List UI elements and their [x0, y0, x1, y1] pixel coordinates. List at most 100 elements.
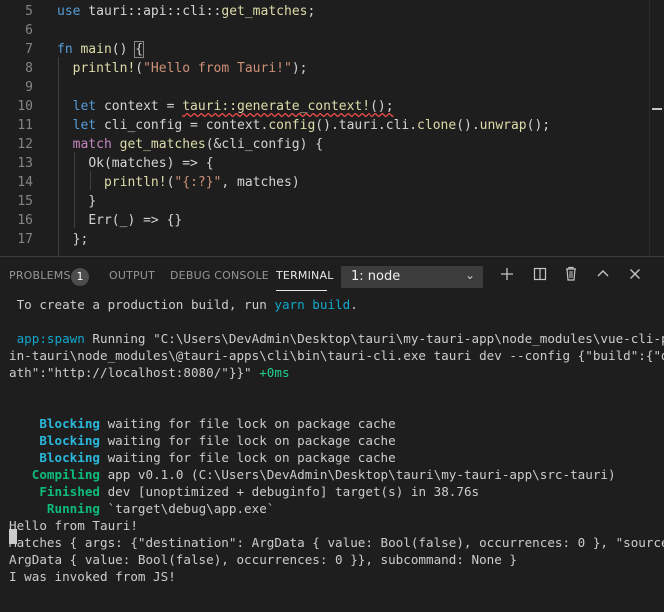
terminal-line: in-tauri\node_modules\@tauri-apps\cli\bi… — [9, 347, 664, 364]
code-token: () — [111, 42, 136, 57]
code-text: match get_matches(&cli_config) { — [57, 135, 323, 154]
terminal-text: Blocking — [9, 433, 100, 448]
code-text: fn main() { — [57, 40, 145, 59]
terminal-text: To create a production build, run — [9, 297, 275, 312]
line-number: 9 — [25, 80, 33, 95]
code-token: clone — [417, 118, 457, 133]
line-number: 12 — [17, 137, 33, 152]
code-token: match — [72, 137, 112, 152]
line-number: 5 — [25, 4, 33, 19]
code-text: }; — [57, 230, 89, 249]
code-token: tauri::api::cli:: — [80, 4, 222, 19]
code-token: tauri::generate_context! — [182, 99, 371, 114]
line-number: 13 — [17, 156, 33, 171]
code-editor[interactable]: 5 use tauri::api::cli::get_matches; 6 7 fn m… — [0, 0, 664, 256]
code-line[interactable]: 11 let cli_config = context.config().tau… — [0, 116, 648, 135]
terminal-text: Hello from Tauri! — [9, 518, 138, 533]
terminal-line: ath":"http://localhost:8080/"}}" +0ms — [9, 364, 290, 381]
code-token: Ok(matches) => { — [88, 156, 214, 171]
code-token: let — [72, 118, 97, 133]
tab-debug-console[interactable]: DEBUG CONSOLE — [170, 269, 269, 282]
trash-icon[interactable] — [561, 265, 581, 287]
code-token: (). — [456, 118, 480, 133]
code-line[interactable]: 10 let context = tauri::generate_context… — [0, 97, 648, 116]
code-token: println! — [103, 175, 167, 190]
code-token: (&cli_config) { — [205, 137, 324, 152]
line-number: 15 — [17, 194, 33, 209]
plus-icon[interactable] — [497, 265, 517, 287]
terminal-text: `target\debug\app.exe` — [100, 501, 275, 516]
terminal-line: To create a production build, run yarn b… — [9, 296, 358, 313]
terminal-text: dev [unoptimized + debuginfo] target(s) … — [100, 484, 480, 499]
code-line[interactable]: 12 match get_matches(&cli_config) { — [0, 135, 648, 154]
close-icon[interactable] — [625, 265, 645, 287]
terminal-text: Running "C:\Users\DevAdmin\Desktop\tauri… — [84, 331, 664, 346]
code-line[interactable]: 14 println!("{:?}", matches) — [0, 173, 648, 192]
code-token: cli_config = context. — [96, 118, 269, 133]
line-number: 11 — [17, 118, 33, 133]
line-number: 10 — [17, 99, 33, 114]
terminal-select-value: 1: node — [351, 269, 401, 284]
tab-terminal[interactable]: TERMINAL — [276, 269, 334, 282]
terminal-text: . — [350, 297, 358, 312]
terminal-text: I was invoked from JS! — [9, 569, 176, 584]
code-token: (); — [370, 99, 394, 114]
code-text: println!("{:?}", matches) — [57, 173, 300, 192]
code-token: ().tauri.cli. — [315, 118, 418, 133]
tab-output[interactable]: OUTPUT — [109, 269, 155, 282]
code-line[interactable]: 15 } — [0, 192, 648, 211]
overview-ruler-mark — [652, 108, 662, 110]
terminal-line: I was invoked from JS! — [9, 568, 176, 585]
editor-scrollbar[interactable] — [649, 0, 664, 256]
code-token: println! — [72, 61, 136, 76]
code-token: unwrap — [479, 118, 527, 133]
code-text: Err(_) => {} — [57, 211, 182, 230]
terminal-line: ArgData { value: Bool(false), occurrence… — [9, 551, 517, 568]
terminal-line: Blocking waiting for file lock on packag… — [9, 415, 395, 432]
line-number: 8 — [25, 61, 33, 76]
code-text: use tauri::api::cli::get_matches; — [57, 2, 315, 21]
split-terminal-icon[interactable] — [530, 265, 550, 287]
code-text: Ok(matches) => { — [57, 154, 214, 173]
terminal-line: Blocking waiting for file lock on packag… — [9, 449, 395, 466]
code-line[interactable]: 6 — [0, 21, 648, 40]
terminal-text: Compiling — [9, 467, 100, 482]
code-line[interactable]: 17 }; — [0, 230, 648, 249]
terminal-text: in-tauri\node_modules\@tauri-apps\cli\bi… — [9, 348, 664, 363]
code-token: config — [268, 118, 316, 133]
code-token: "Hello from Tauri!" — [143, 61, 292, 76]
code-text: let cli_config = context.config().tauri.… — [57, 116, 550, 135]
terminal-output[interactable]: To create a production build, run yarn b… — [0, 295, 664, 612]
terminal-text: yarn build — [274, 297, 351, 312]
terminal-text: Running — [9, 501, 100, 516]
terminal-text: Blocking — [9, 450, 100, 465]
code-token: let — [72, 99, 97, 114]
line-number: 17 — [17, 232, 33, 247]
code-line[interactable]: 8 println!("Hello from Tauri!"); — [0, 59, 648, 78]
terminal-text: Blocking — [9, 416, 100, 431]
tab-problems[interactable]: PROBLEMS — [9, 269, 71, 282]
code-line[interactable]: 7 fn main() { — [0, 40, 648, 59]
terminal-line: app:spawn Running "C:\Users\DevAdmin\Des… — [9, 330, 664, 347]
code-token: { — [134, 41, 145, 58]
panel-tab-bar: PROBLEMS 1 OUTPUT DEBUG CONSOLE TERMINAL… — [0, 257, 664, 295]
code-line[interactable]: 16 Err(_) => {} — [0, 211, 648, 230]
chevron-up-icon[interactable] — [593, 265, 613, 287]
terminal-select[interactable]: 1: node ⌄ — [341, 266, 483, 288]
terminal-text: ath":"http://localhost:8080/"}}" — [9, 365, 260, 380]
code-line[interactable]: 5 use tauri::api::cli::get_matches; — [0, 2, 648, 21]
code-line[interactable]: 9 — [0, 78, 648, 97]
code-token: ); — [291, 61, 308, 76]
terminal-text: Matches { args: {"destination": ArgData … — [9, 535, 664, 550]
code-token: use — [57, 4, 81, 19]
indent-guide — [58, 57, 59, 256]
terminal-text: app v0.1.0 (C:\Users\DevAdmin\Desktop\ta… — [100, 467, 616, 482]
code-token: get_matches — [119, 137, 206, 152]
code-line[interactable]: 13 Ok(matches) => { — [0, 154, 648, 173]
chevron-down-icon: ⌄ — [464, 268, 475, 282]
code-token: main — [80, 42, 112, 57]
terminal-line: Blocking waiting for file lock on packag… — [9, 432, 395, 449]
terminal-text: app:spawn — [9, 331, 85, 346]
code-token: ( — [135, 61, 144, 76]
